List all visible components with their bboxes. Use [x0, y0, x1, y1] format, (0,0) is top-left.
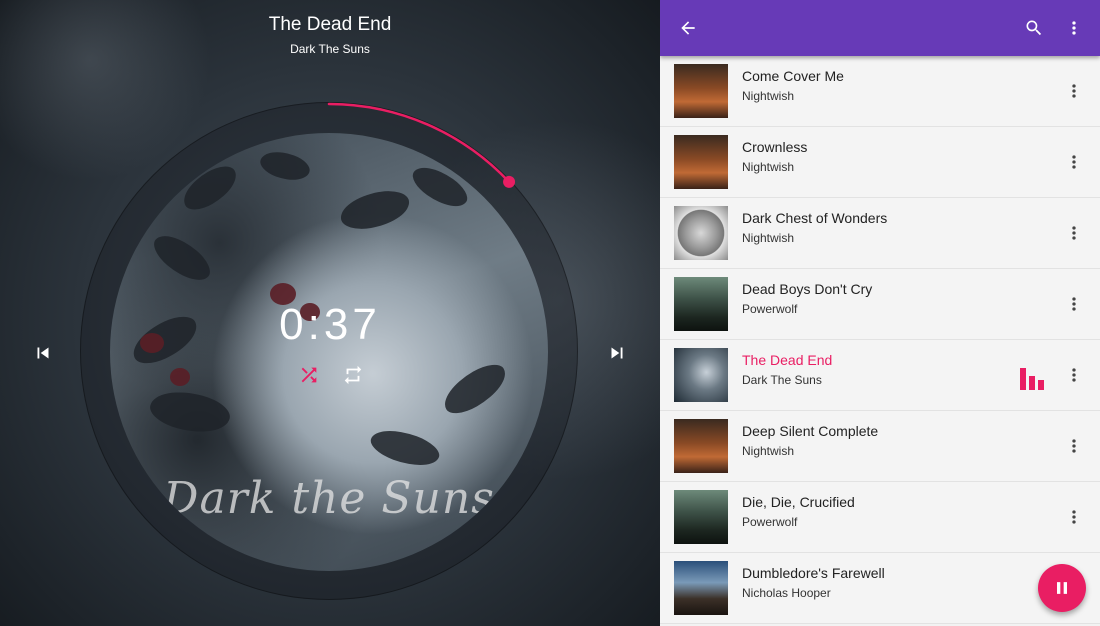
song-title: The Dead End: [742, 352, 833, 368]
list-item[interactable]: Die, Die, Crucified Powerwolf: [660, 482, 1100, 553]
more-vert-icon[interactable]: [1062, 221, 1086, 245]
list-item[interactable]: Dumbledore's Farewell Nicholas Hooper: [660, 553, 1100, 624]
album-thumbnail: [674, 348, 728, 402]
album-thumbnail: [674, 206, 728, 260]
song-list: Come Cover Me Nightwish Crownless Nightw…: [660, 56, 1100, 624]
now-playing-title: The Dead End: [268, 14, 392, 35]
repeat-icon[interactable]: [340, 362, 366, 388]
list-item-now-playing[interactable]: The Dead End Dark The Suns: [660, 340, 1100, 411]
skip-next-icon[interactable]: [604, 340, 630, 366]
pause-icon: [1057, 582, 1067, 594]
song-artist: Nicholas Hooper: [742, 586, 831, 600]
song-title: Crownless: [742, 139, 808, 155]
song-title: Deep Silent Complete: [742, 423, 879, 439]
more-vert-icon[interactable]: [1062, 363, 1086, 387]
album-thumbnail: [674, 135, 728, 189]
album-thumbnail: [674, 64, 728, 118]
more-vert-icon[interactable]: [1062, 292, 1086, 316]
album-thumbnail: [674, 419, 728, 473]
song-artist: Powerwolf: [742, 515, 798, 529]
arrow-back-icon[interactable]: [676, 16, 700, 40]
more-vert-icon[interactable]: [1062, 434, 1086, 458]
list-item[interactable]: Deep Silent Complete Nightwish: [660, 411, 1100, 482]
more-vert-icon[interactable]: [1062, 505, 1086, 529]
song-artist: Nightwish: [742, 231, 795, 245]
more-vert-icon[interactable]: [1062, 79, 1086, 103]
list-item[interactable]: Crownless Nightwish: [660, 127, 1100, 198]
list-item[interactable]: Dark Chest of Wonders Nightwish: [660, 198, 1100, 269]
song-artist: Dark The Suns: [742, 373, 822, 387]
elapsed-time: 0:37: [279, 300, 381, 349]
skip-previous-icon[interactable]: [30, 340, 56, 366]
song-artist: Powerwolf: [742, 302, 798, 316]
progress-arc[interactable]: [80, 102, 578, 600]
album-thumbnail: [674, 490, 728, 544]
shuffle-icon[interactable]: [296, 362, 322, 388]
album-thumbnail: [674, 277, 728, 331]
album-thumbnail: [674, 561, 728, 615]
more-vert-icon[interactable]: [1062, 16, 1086, 40]
list-item[interactable]: Come Cover Me Nightwish: [660, 56, 1100, 127]
now-playing-panel: The Dead End Dark The Suns Dark the Suns…: [0, 0, 660, 626]
search-icon[interactable]: [1022, 16, 1046, 40]
progress-knob: [503, 175, 516, 188]
song-title: Dumbledore's Farewell: [742, 565, 885, 581]
song-artist: Nightwish: [742, 160, 795, 174]
song-title: Come Cover Me: [742, 68, 844, 84]
app-bar: [660, 0, 1100, 56]
more-vert-icon[interactable]: [1062, 150, 1086, 174]
song-artist: Nightwish: [742, 89, 795, 103]
song-artist: Nightwish: [742, 444, 795, 458]
song-title: Die, Die, Crucified: [742, 494, 855, 510]
now-playing-artist: Dark The Suns: [290, 42, 370, 56]
list-item[interactable]: Dead Boys Don't Cry Powerwolf: [660, 269, 1100, 340]
song-title: Dark Chest of Wonders: [742, 210, 888, 226]
song-list-panel: Come Cover Me Nightwish Crownless Nightw…: [660, 0, 1100, 626]
pause-button[interactable]: [1038, 564, 1086, 612]
equalizer-icon: [1020, 368, 1046, 390]
song-title: Dead Boys Don't Cry: [742, 281, 873, 297]
